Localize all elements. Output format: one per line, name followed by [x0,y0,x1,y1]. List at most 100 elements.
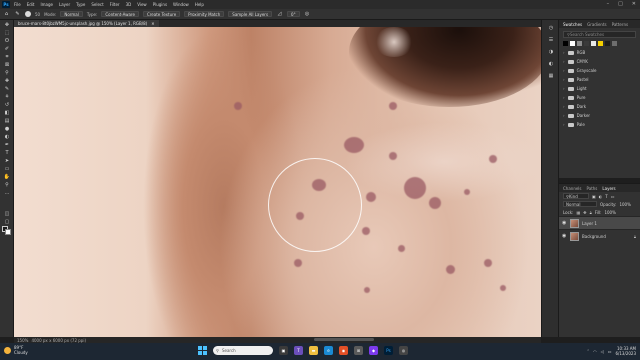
layer-kind-filter[interactable]: ⚲ Kind [563,193,589,199]
swatch-color[interactable] [598,41,603,46]
swatch-folder-light[interactable]: › Light [559,84,640,93]
menu-filter[interactable]: Filter [110,2,120,7]
quick-select-tool-icon[interactable]: ✐ [2,45,12,52]
menu-view[interactable]: View [137,2,147,7]
filter-shape-icon[interactable]: ▭ [611,194,615,199]
swatch-folder-grayscale[interactable]: › Grayscale [559,66,640,75]
gradient-tool-icon[interactable]: ▤ [2,117,12,124]
swatch-color[interactable] [570,41,575,46]
history-panel-icon[interactable]: ◷ [546,24,556,32]
menu-plugins[interactable]: Plugins [153,2,167,7]
zoom-tool-icon[interactable]: ⚲ [2,181,12,188]
path-select-tool-icon[interactable]: ➤ [2,157,12,164]
swatch-color[interactable] [591,41,596,46]
teams-icon[interactable]: T [294,346,303,355]
lock-pixels-icon[interactable]: ▦ [576,210,580,215]
task-view-icon[interactable]: ▣ [279,346,288,355]
screen-mode-icon[interactable]: ▢ [2,218,12,225]
taskbar-clock[interactable]: 10:33 AM 6/13/2023 [615,346,636,356]
store-icon[interactable]: ⊞ [354,346,363,355]
shape-tool-icon[interactable]: ▭ [2,165,12,172]
background-color-swatch[interactable] [5,229,11,235]
volume-icon[interactable]: ◁ [601,349,604,354]
windows-start-icon[interactable] [198,346,207,355]
mode-select[interactable]: Normal [60,11,83,17]
swatch-folder-pure[interactable]: › Pure [559,93,640,102]
chrome-icon[interactable]: ◉ [339,346,348,355]
swatch-color[interactable] [563,41,568,46]
horizontal-scrollbar[interactable] [314,338,374,341]
menu-image[interactable]: Image [40,2,53,7]
frame-tool-icon[interactable]: ⊠ [2,61,12,68]
photoshop-taskbar-icon[interactable]: Ps [384,346,393,355]
photoshop-logo-icon[interactable]: Ps [2,1,10,8]
tab-paths[interactable]: Paths [587,186,598,191]
more-tools-icon[interactable]: … [2,189,12,196]
fill-value[interactable]: 100% [604,210,615,215]
menu-help[interactable]: Help [195,2,204,7]
tab-channels[interactable]: Channels [563,186,582,191]
filter-pixel-icon[interactable]: ▣ [592,194,596,199]
swatch-color[interactable] [605,41,610,46]
filter-type-icon[interactable]: T [605,194,607,199]
brush-tool-icon[interactable]: ✎ [2,85,12,92]
swatch-color[interactable] [612,41,617,46]
eyedropper-tool-icon[interactable]: ⚲ [2,69,12,76]
layer-row-layer-1[interactable]: ◉ Layer 1 [559,216,640,229]
tab-gradients[interactable]: Gradients [587,22,607,27]
app-icon[interactable]: ◆ [369,346,378,355]
hand-tool-icon[interactable]: ✋ [2,173,12,180]
menu-layer[interactable]: Layer [59,2,70,7]
lock-position-icon[interactable]: ✥ [583,210,586,215]
menu-select[interactable]: Select [91,2,103,7]
angle-input[interactable]: 0° [287,11,300,17]
taskbar-search-input[interactable]: ⚲ Search [213,346,273,355]
pen-tool-icon[interactable]: ✒ [2,141,12,148]
opacity-value[interactable]: 100% [619,202,630,207]
visibility-eye-icon[interactable]: ◉ [562,220,567,226]
tab-patterns[interactable]: Patterns [612,22,628,27]
chevron-up-icon[interactable]: ˄ [587,349,589,354]
swatch-folder-pastel[interactable]: › Pastel [559,75,640,84]
history-brush-tool-icon[interactable]: ↺ [2,101,12,108]
menu-edit[interactable]: Edit [27,2,35,7]
libraries-panel-icon[interactable]: ▦ [546,72,556,80]
healing-brush-tool-icon[interactable]: ✎ [14,11,21,18]
document-canvas[interactable] [14,27,541,337]
menu-type[interactable]: Type [76,2,85,7]
sample-all-layers-checkbox[interactable]: Sample All Layers [228,11,273,17]
visibility-eye-icon[interactable]: ◉ [562,233,567,239]
maximize-icon[interactable]: □ [618,1,623,7]
swatch-folder-darker[interactable]: › Darker [559,111,640,120]
swatch-folder-rgb[interactable]: › RGB [559,48,640,57]
swatch-color[interactable] [577,41,582,46]
brush-preset-picker[interactable] [25,11,31,17]
color-panel-icon[interactable]: ◑ [546,48,556,56]
swatch-folder-cmyk[interactable]: › CMYK [559,57,640,66]
clone-stamp-tool-icon[interactable]: ⚘ [2,93,12,100]
layer-row-background[interactable]: ◉ Background 🔒︎ [559,229,640,242]
blur-tool-icon[interactable]: ● [2,125,12,132]
weather-widget[interactable]: 89°F Cloudy [4,345,28,355]
swatch-folder-dark[interactable]: › Dark [559,102,640,111]
menu-file[interactable]: File [14,2,21,7]
minimize-icon[interactable]: – [607,1,610,7]
close-icon[interactable]: ✕ [632,1,636,7]
move-tool-icon[interactable]: ✥ [2,21,12,28]
lock-all-icon[interactable]: 🔒︎ [590,210,592,215]
close-tab-icon[interactable]: ✕ [151,21,154,26]
menu-window[interactable]: Window [173,2,189,7]
eraser-tool-icon[interactable]: ◧ [2,109,12,116]
home-icon[interactable]: ⌂ [3,11,10,18]
document-tab[interactable]: bruce-mars-8t0jbzWM5jc-unsplash.jpg @ 15… [14,20,159,27]
pressure-icon[interactable]: ◎ [304,11,311,18]
wifi-icon[interactable]: ◠ [593,349,597,354]
tab-layers[interactable]: Layers [602,186,615,191]
zoom-level[interactable]: 150% [17,338,28,343]
filter-adjustment-icon[interactable]: ◐ [599,194,603,199]
healing-brush-tool-icon[interactable]: ✚ [2,77,12,84]
quick-mask-icon[interactable]: ◫ [2,210,12,217]
battery-icon[interactable]: ▭ [608,349,612,354]
swatch-folder-pale[interactable]: › Pale [559,120,640,129]
app-icon[interactable]: ◎ [399,346,408,355]
